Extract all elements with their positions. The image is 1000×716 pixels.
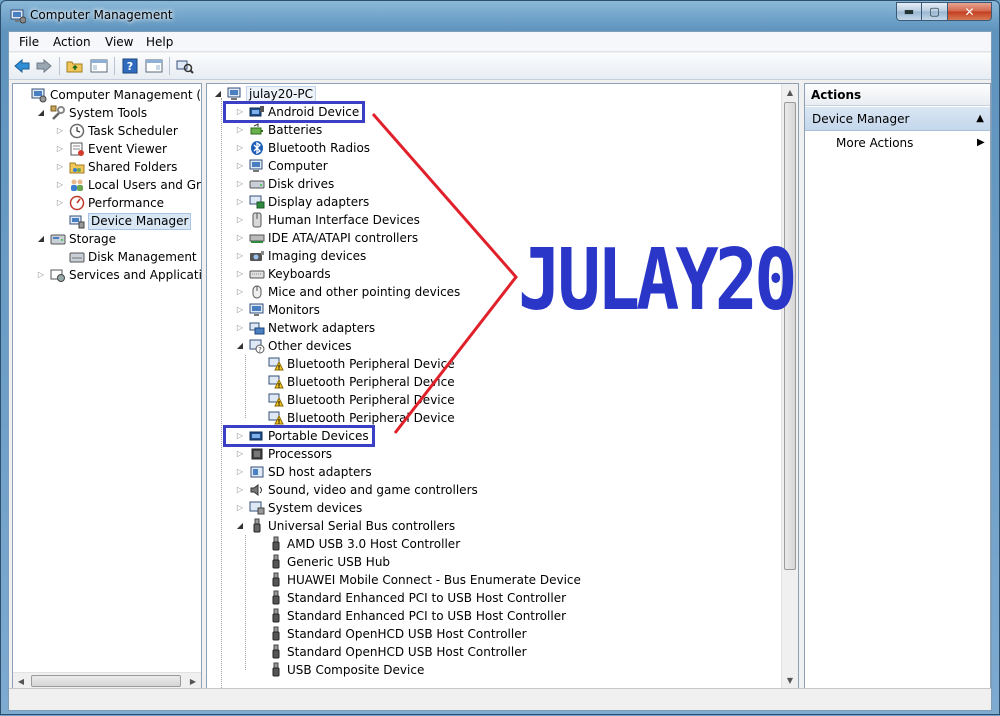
computer-management-window: Computer Management ▬ ▢ ✕ File Action Vi…: [0, 0, 1000, 715]
red-connector-lines: [371, 113, 518, 434]
watermark-text: JULAY20: [518, 229, 797, 330]
